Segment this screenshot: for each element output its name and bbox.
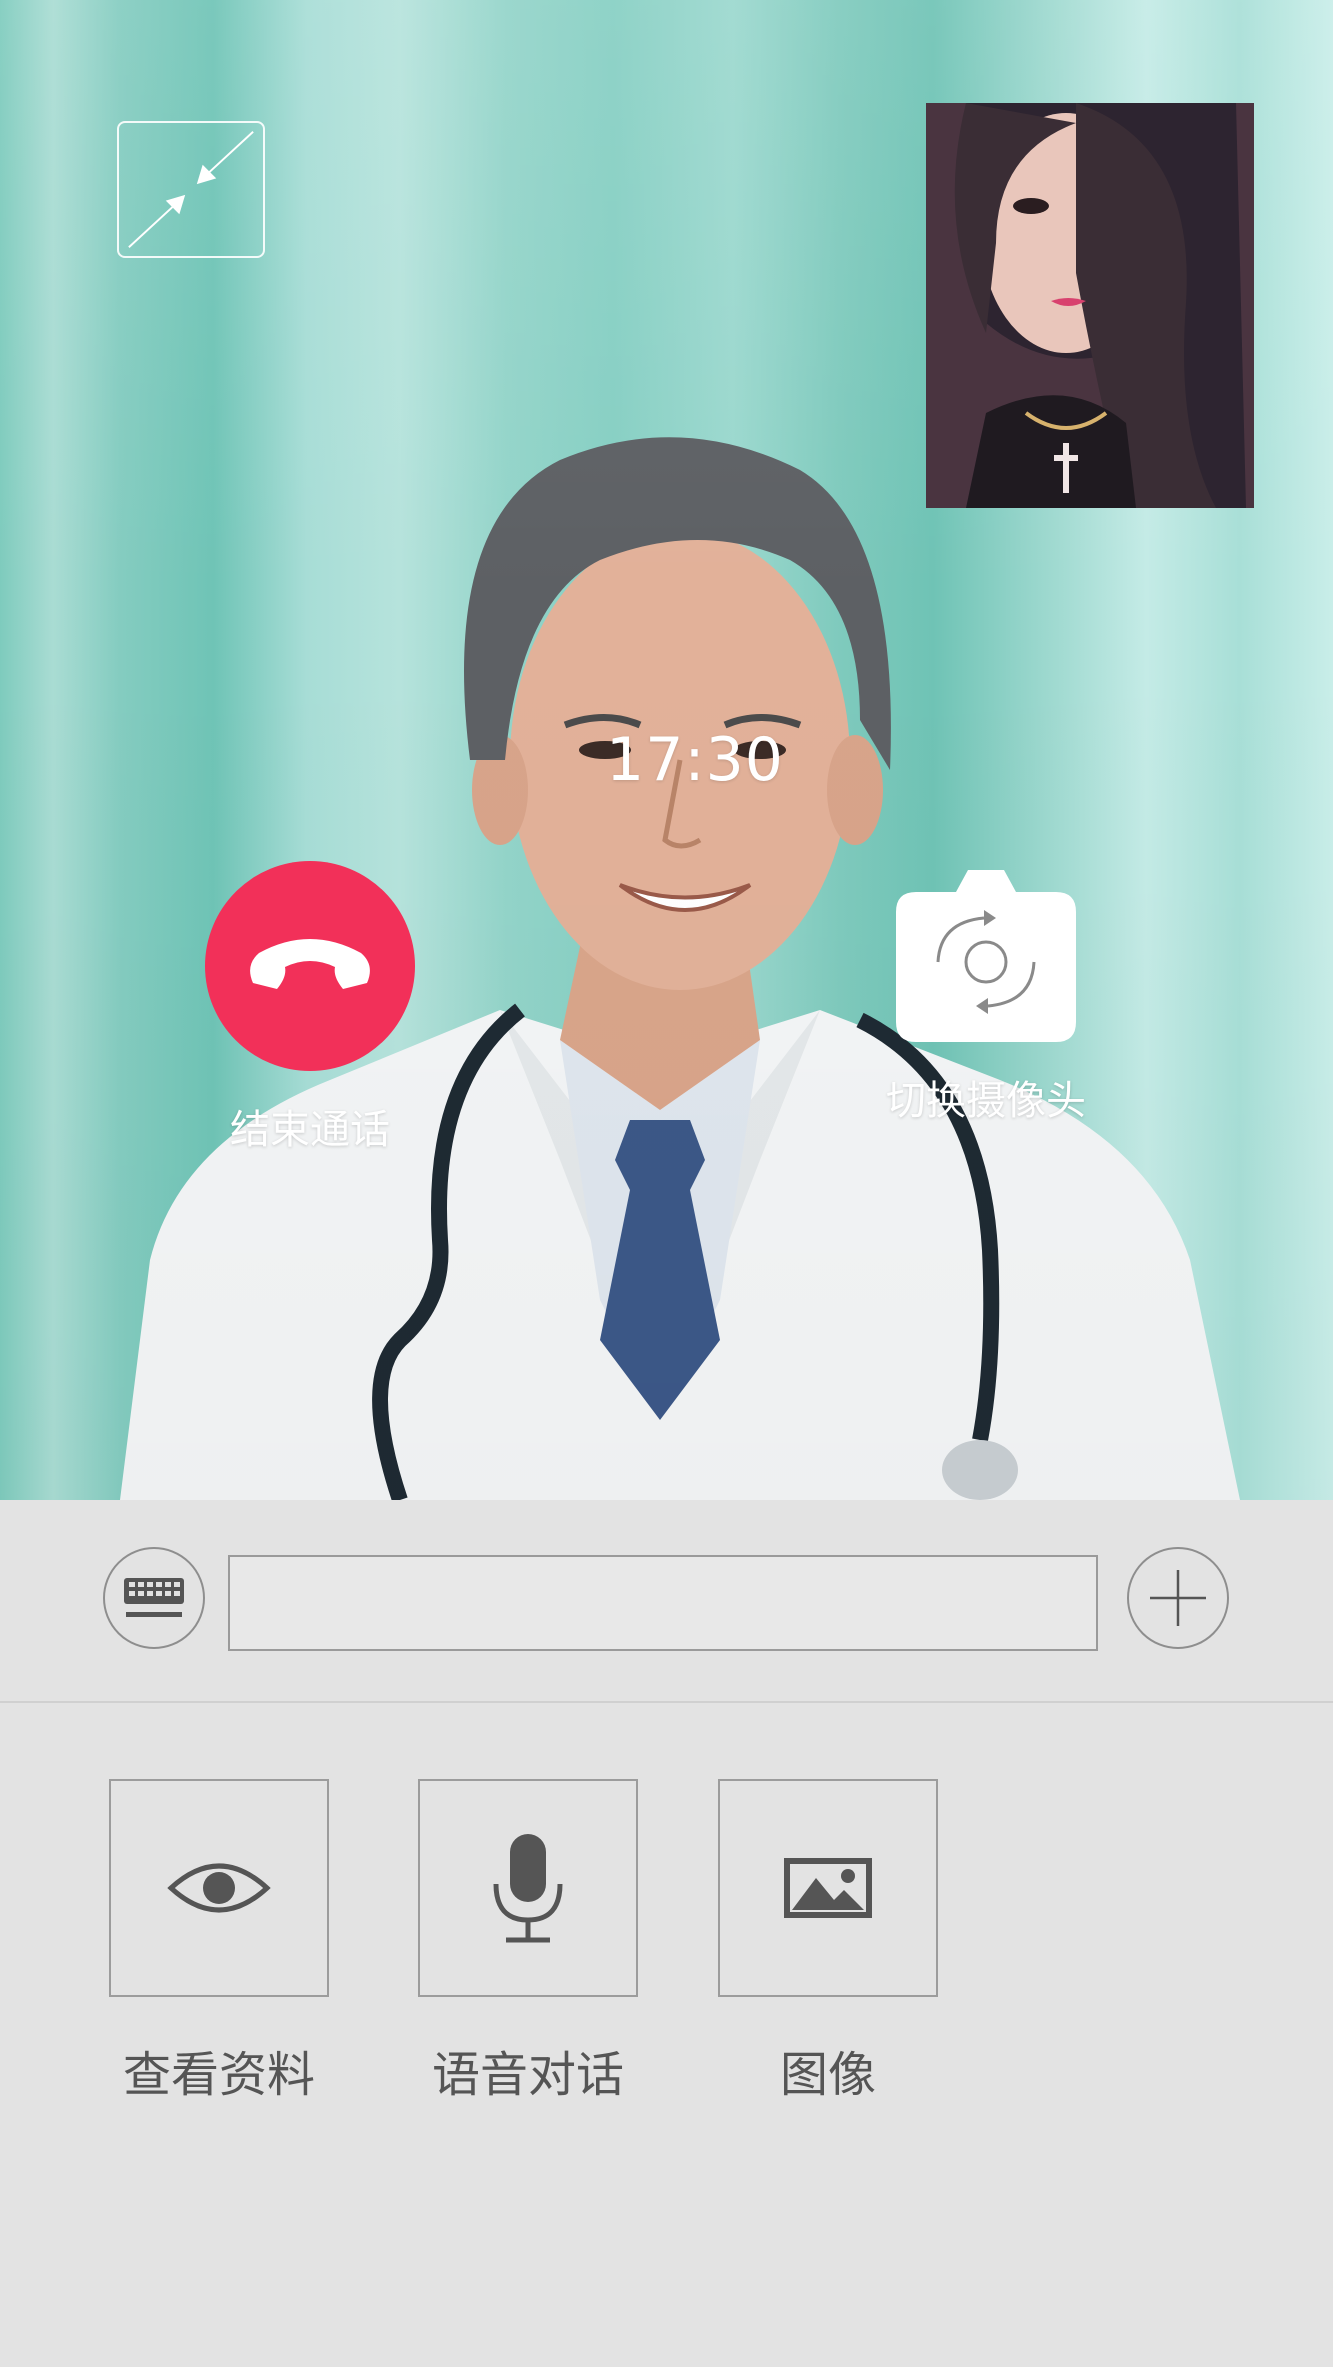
call-duration: 17:30 <box>606 725 784 795</box>
message-input[interactable] <box>228 1555 1098 1651</box>
camera-switch-icon <box>896 870 1076 1042</box>
switch-camera-box[interactable] <box>896 870 1076 1042</box>
switch-camera-label: 切换摄像头 <box>886 1078 1086 1124</box>
voice-chat-label: 语音对话 <box>431 2047 624 2103</box>
message-input-bar <box>0 1500 1333 1703</box>
shrink-arrows-icon <box>128 131 254 248</box>
image-button[interactable] <box>718 1779 938 1997</box>
voice-chat-button[interactable] <box>418 1779 638 1997</box>
keyboard-icon <box>124 1578 184 1617</box>
keyboard-button[interactable] <box>103 1547 205 1649</box>
view-profile-label: 查看资料 <box>122 2047 315 2103</box>
image-label: 图像 <box>779 2047 876 2103</box>
view-profile-button[interactable] <box>109 1779 329 1997</box>
image-icon <box>784 1858 872 1918</box>
voice-chat-item[interactable]: 语音对话 <box>418 1779 638 2105</box>
end-call-label: 结束通话 <box>230 1107 390 1153</box>
remote-video: 17:30 结束通话 切换摄像头 <box>0 0 1333 1500</box>
self-view-image <box>926 103 1254 508</box>
more-options-button[interactable] <box>1127 1547 1229 1649</box>
microphone-icon <box>493 1834 563 1943</box>
end-call-circle[interactable] <box>205 861 415 1071</box>
minimize-video-button[interactable] <box>117 121 265 258</box>
eye-icon <box>167 1863 271 1913</box>
image-item[interactable]: 图像 <box>718 1779 938 2105</box>
switch-camera-button[interactable]: 切换摄像头 <box>876 870 1096 1126</box>
end-call-button[interactable]: 结束通话 <box>205 861 415 1155</box>
function-panel: 查看资料 语音对话 图像 <box>0 1703 1333 2367</box>
view-profile-item[interactable]: 查看资料 <box>109 1779 329 2105</box>
self-view-video[interactable] <box>926 103 1254 508</box>
hang-up-phone-icon <box>250 939 370 989</box>
plus-icon <box>1150 1570 1206 1626</box>
